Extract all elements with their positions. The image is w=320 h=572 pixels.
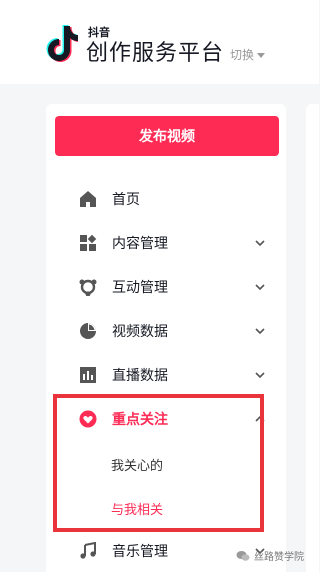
sidebar-item-label: 音乐管理 [112,544,168,560]
home-icon [78,189,98,209]
chevron-down-icon [255,284,265,291]
sub-item-my-concerns[interactable]: 我关心的 [111,455,163,474]
chevron-down-icon [255,240,265,247]
caret-down-icon [257,52,266,58]
switch-dropdown[interactable]: 切换 [230,46,266,63]
top-header: 抖音 创作服务平台 切换 [0,0,319,84]
main-panel [306,104,319,572]
chevron-down-icon [255,328,265,335]
sidebar-item-label: 内容管理 [112,236,168,252]
sidebar-item-home[interactable]: 首页 [78,187,270,211]
sidebar-item-label: 直播数据 [112,368,168,384]
douyin-logo-icon [46,25,78,62]
wechat-icon [236,550,250,561]
sidebar-item-video-data[interactable]: 视频数据 [78,319,270,343]
chevron-down-icon [255,372,265,379]
sidebar-item-interaction[interactable]: 互动管理 [78,275,270,299]
sidebar-item-label: 视频数据 [112,324,168,340]
sub-item-related-to-me[interactable]: 与我相关 [111,499,163,518]
heart-icon [78,409,98,429]
brand-title: 创作服务平台 [86,41,225,66]
sidebar-item-live-data[interactable]: 直播数据 [78,363,270,387]
music-note-icon [78,541,98,561]
sidebar-item-label: 重点关注 [112,412,168,428]
pie-chart-icon [78,321,98,341]
switch-label: 切换 [230,48,255,62]
chevron-up-icon [255,415,265,422]
watermark-text: 丝路赞学院 [254,552,304,563]
sidebar-item-label: 首页 [112,192,140,208]
sidebar-item-label: 互动管理 [112,280,168,296]
content-icon [78,233,98,253]
interaction-icon [78,277,98,297]
sidebar-item-focus[interactable]: 重点关注 [78,407,270,431]
publish-video-button[interactable]: 发布视频 [55,116,279,156]
bar-chart-icon [78,365,98,385]
sidebar-item-content[interactable]: 内容管理 [78,231,270,255]
watermark: 丝路赞学院 [236,548,304,563]
